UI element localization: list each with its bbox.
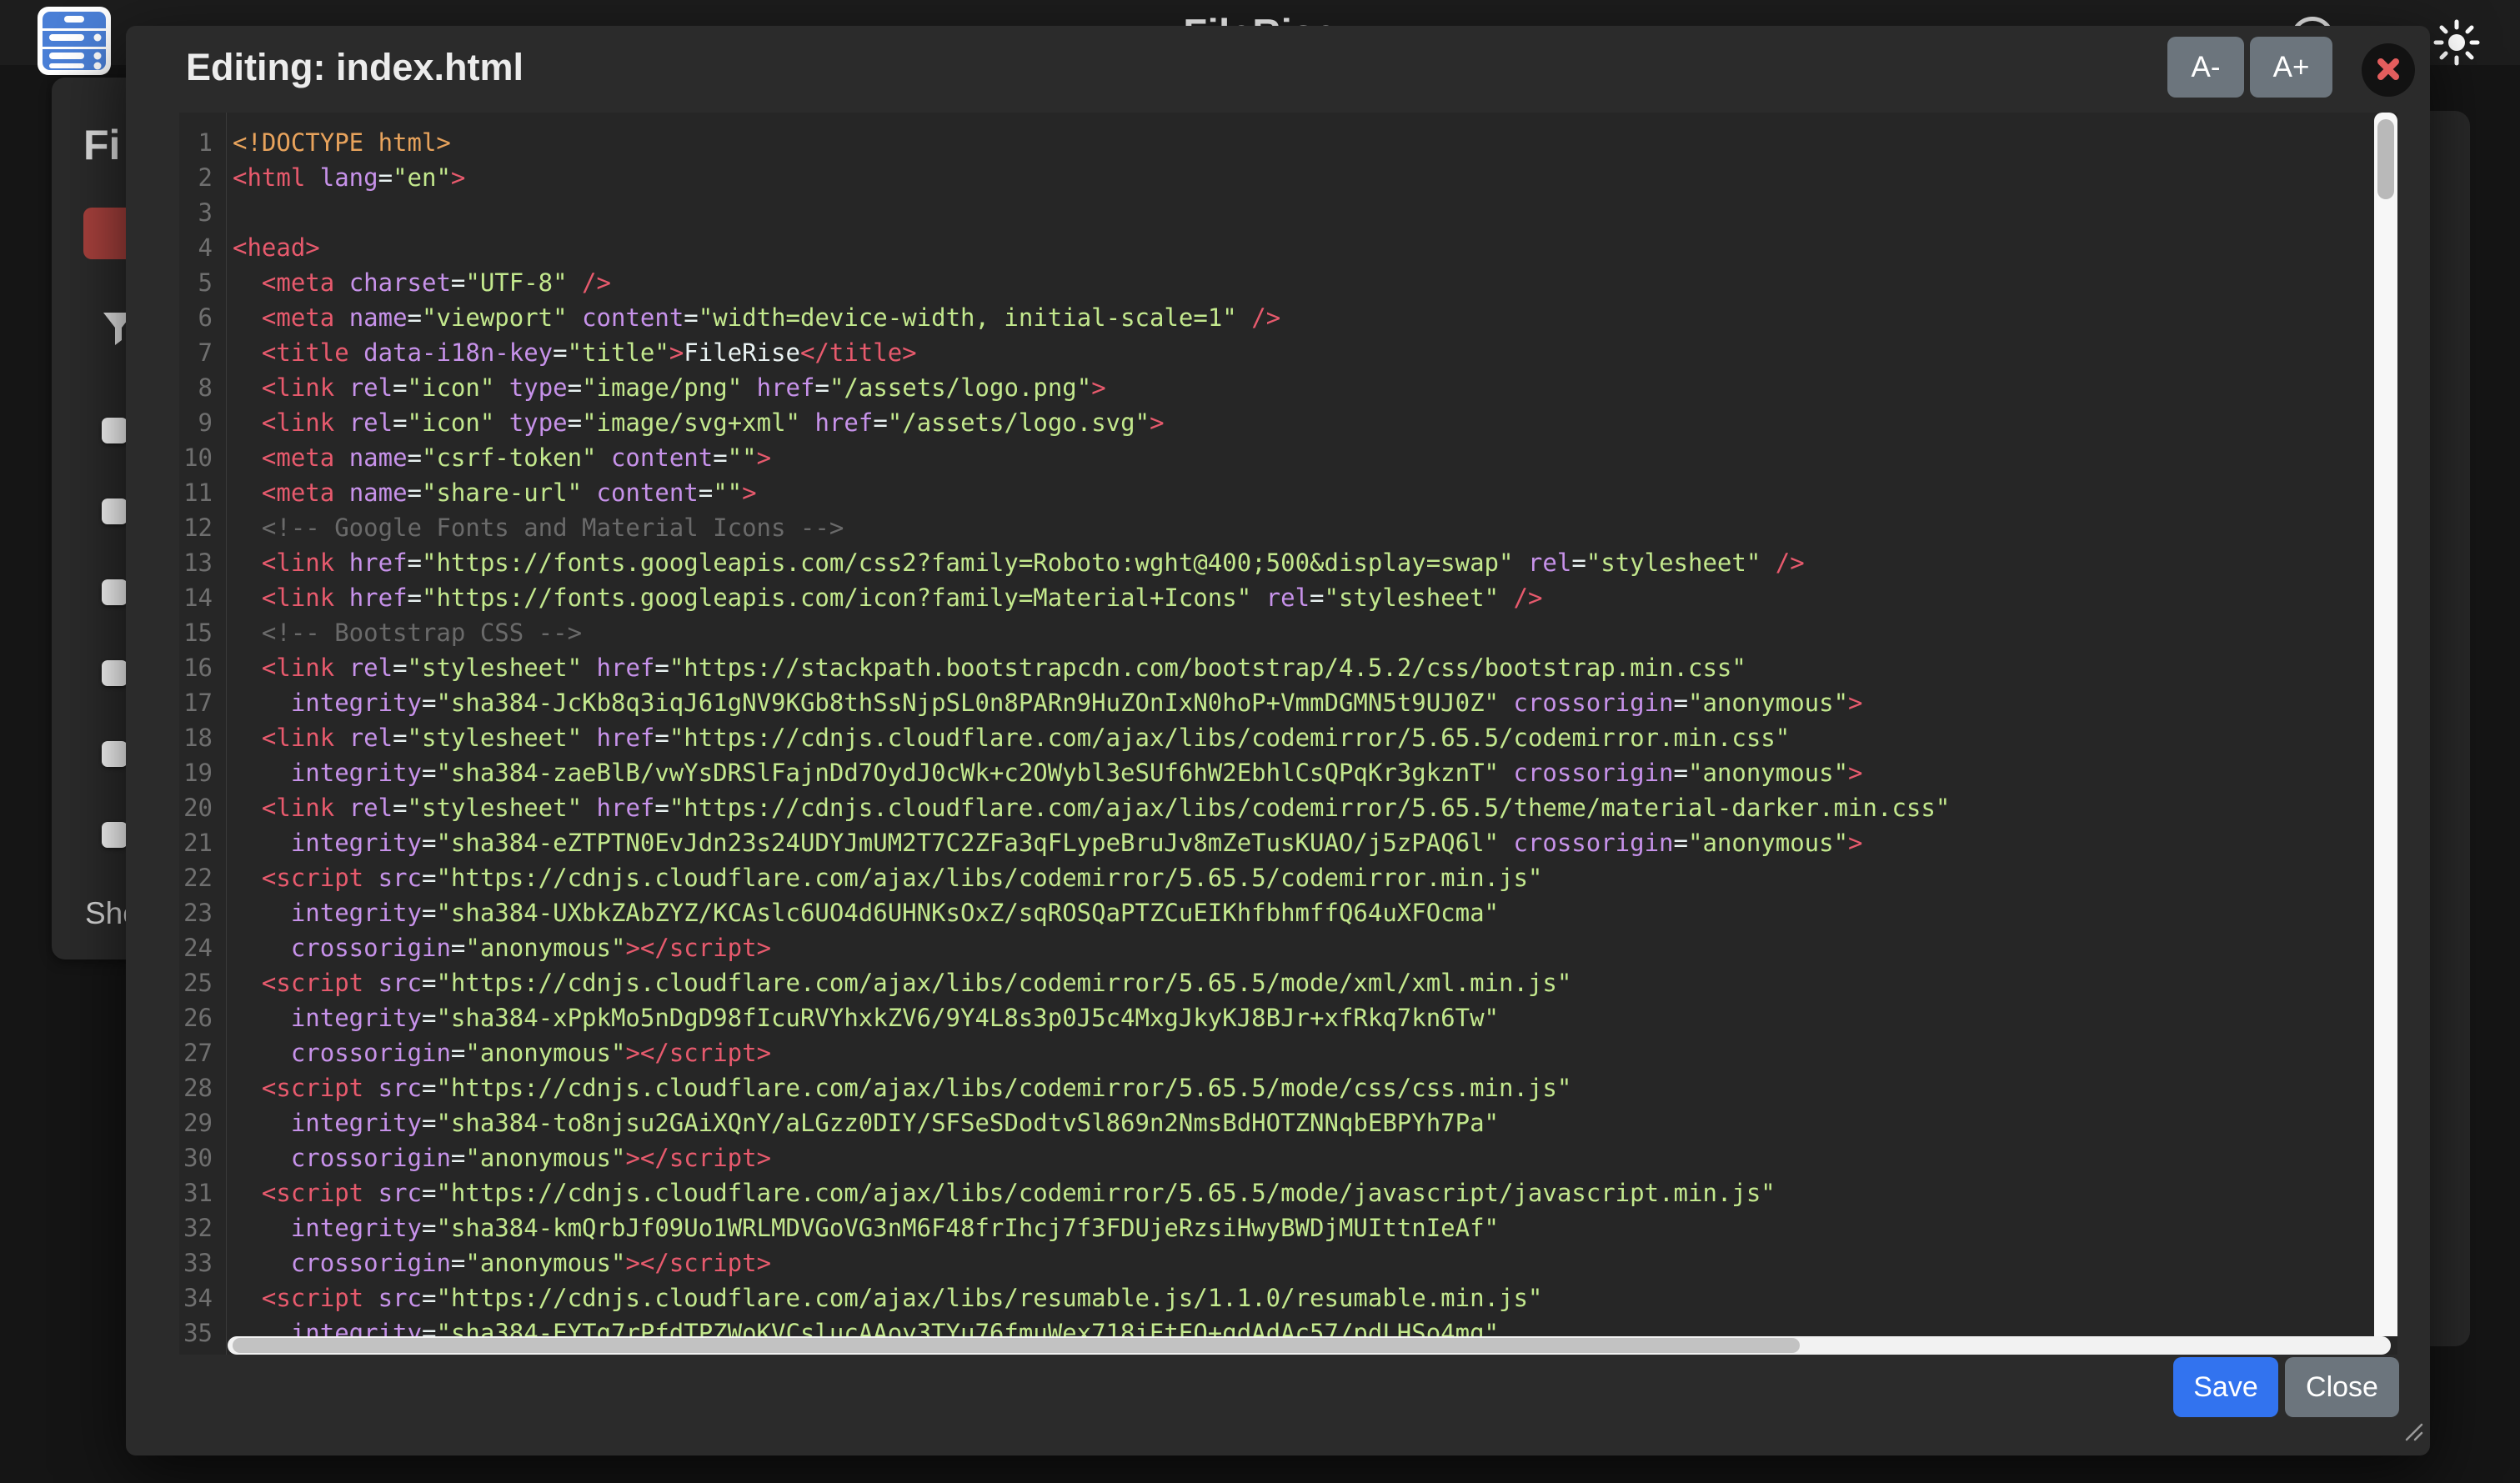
- file-checkbox[interactable]: [102, 579, 128, 605]
- code-line[interactable]: 11 <meta name="share-url" content="">: [179, 475, 2372, 510]
- line-number: 27: [179, 1035, 226, 1070]
- line-number: 14: [179, 580, 226, 615]
- save-button[interactable]: Save: [2173, 1357, 2278, 1417]
- line-number: 18: [179, 720, 226, 755]
- line-number: 17: [179, 685, 226, 720]
- horizontal-scrollbar-thumb[interactable]: [233, 1338, 1800, 1353]
- line-number: 3: [179, 195, 226, 230]
- code-line[interactable]: 18 <link rel="stylesheet" href="https://…: [179, 720, 2372, 755]
- file-checkbox[interactable]: [102, 499, 128, 524]
- line-number: 13: [179, 545, 226, 580]
- close-button[interactable]: Close: [2285, 1357, 2399, 1417]
- line-number: 34: [179, 1280, 226, 1315]
- line-number: 15: [179, 615, 226, 650]
- code-line[interactable]: 21 integrity="sha384-eZTPTN0EvJdn23s24UD…: [179, 825, 2372, 860]
- code-line[interactable]: 20 <link rel="stylesheet" href="https://…: [179, 790, 2372, 825]
- file-checkbox-column: [102, 418, 128, 903]
- line-number: 20: [179, 790, 226, 825]
- sidebar-heading: Fi: [83, 121, 120, 169]
- code-line[interactable]: 3: [179, 195, 2372, 230]
- line-number: 19: [179, 755, 226, 790]
- code-line[interactable]: 12 <!-- Google Fonts and Material Icons …: [179, 510, 2372, 545]
- line-number: 35: [179, 1315, 226, 1350]
- code-line[interactable]: 26 integrity="sha384-xPpkMo5nDgD98fIcuRV…: [179, 1000, 2372, 1035]
- line-number: 23: [179, 895, 226, 930]
- editor-modal: Editing: index.html A- A+ 1<!DOCTYPE htm…: [126, 26, 2430, 1455]
- filerise-logo-icon[interactable]: [38, 7, 111, 79]
- code-line[interactable]: 13 <link href="https://fonts.googleapis.…: [179, 545, 2372, 580]
- code-line[interactable]: 17 integrity="sha384-JcKb8q3iqJ61gNV9KGb…: [179, 685, 2372, 720]
- code-line[interactable]: 31 <script src="https://cdnjs.cloudflare…: [179, 1175, 2372, 1210]
- line-number: 7: [179, 335, 226, 370]
- font-increase-button[interactable]: A+: [2250, 37, 2332, 98]
- code-line[interactable]: 4<head>: [179, 230, 2372, 265]
- line-number: 32: [179, 1210, 226, 1245]
- code-line[interactable]: 34 <script src="https://cdnjs.cloudflare…: [179, 1280, 2372, 1315]
- line-number: 8: [179, 370, 226, 405]
- code-line[interactable]: 10 <meta name="csrf-token" content="">: [179, 440, 2372, 475]
- code-line[interactable]: 6 <meta name="viewport" content="width=d…: [179, 300, 2372, 335]
- modal-close-button[interactable]: [2362, 43, 2415, 97]
- code-line[interactable]: 16 <link rel="stylesheet" href="https://…: [179, 650, 2372, 685]
- code-line[interactable]: 25 <script src="https://cdnjs.cloudflare…: [179, 965, 2372, 1000]
- code-line[interactable]: 5 <meta charset="UTF-8" />: [179, 265, 2372, 300]
- code-line[interactable]: 22 <script src="https://cdnjs.cloudflare…: [179, 860, 2372, 895]
- line-number: 11: [179, 475, 226, 510]
- code-line[interactable]: 8 <link rel="icon" type="image/png" href…: [179, 370, 2372, 405]
- code-line[interactable]: 30 crossorigin="anonymous"></script>: [179, 1140, 2372, 1175]
- file-checkbox[interactable]: [102, 741, 128, 767]
- code-line[interactable]: 24 crossorigin="anonymous"></script>: [179, 930, 2372, 965]
- code-line[interactable]: 28 <script src="https://cdnjs.cloudflare…: [179, 1070, 2372, 1105]
- code-editor[interactable]: 1<!DOCTYPE html>2<html lang="en">34<head…: [179, 113, 2397, 1355]
- modal-title: Editing: index.html: [186, 46, 524, 89]
- line-number: 5: [179, 265, 226, 300]
- line-number: 9: [179, 405, 226, 440]
- line-number: 28: [179, 1070, 226, 1105]
- horizontal-scrollbar[interactable]: [228, 1336, 2391, 1355]
- line-number: 24: [179, 930, 226, 965]
- line-number: 25: [179, 965, 226, 1000]
- resize-grip-icon[interactable]: [2398, 1416, 2425, 1447]
- file-checkbox[interactable]: [102, 660, 128, 686]
- line-number: 30: [179, 1140, 226, 1175]
- code-line[interactable]: 19 integrity="sha384-zaeBlB/vwYsDRSlFajn…: [179, 755, 2372, 790]
- line-number: 33: [179, 1245, 226, 1280]
- code-line[interactable]: 7 <title data-i18n-key="title">FileRise<…: [179, 335, 2372, 370]
- vertical-scrollbar[interactable]: [2374, 113, 2397, 1336]
- file-checkbox[interactable]: [102, 822, 128, 848]
- line-number: 31: [179, 1175, 226, 1210]
- code-line[interactable]: 2<html lang="en">: [179, 160, 2372, 195]
- code-line[interactable]: 9 <link rel="icon" type="image/svg+xml" …: [179, 405, 2372, 440]
- line-number: 21: [179, 825, 226, 860]
- line-number: 6: [179, 300, 226, 335]
- line-number: 4: [179, 230, 226, 265]
- code-line[interactable]: 1<!DOCTYPE html>: [179, 125, 2372, 160]
- code-line[interactable]: 14 <link href="https://fonts.googleapis.…: [179, 580, 2372, 615]
- code-line[interactable]: 32 integrity="sha384-kmQrbJf09Uo1WRLMDVG…: [179, 1210, 2372, 1245]
- line-number: 10: [179, 440, 226, 475]
- line-number: 16: [179, 650, 226, 685]
- line-number: 12: [179, 510, 226, 545]
- vertical-scrollbar-thumb[interactable]: [2377, 119, 2394, 199]
- line-number: 1: [179, 125, 226, 160]
- code-line[interactable]: 15 <!-- Bootstrap CSS -->: [179, 615, 2372, 650]
- close-x-icon: [2376, 57, 2401, 84]
- code-line[interactable]: 27 crossorigin="anonymous"></script>: [179, 1035, 2372, 1070]
- line-number: 22: [179, 860, 226, 895]
- code-line[interactable]: 33 crossorigin="anonymous"></script>: [179, 1245, 2372, 1280]
- line-number: 2: [179, 160, 226, 195]
- code-lines: 1<!DOCTYPE html>2<html lang="en">34<head…: [179, 125, 2372, 1350]
- code-line[interactable]: 23 integrity="sha384-UXbkZAbZYZ/KCAslc6U…: [179, 895, 2372, 930]
- code-line[interactable]: 29 integrity="sha384-to8njsu2GAiXQnY/aLG…: [179, 1105, 2372, 1140]
- line-number: 26: [179, 1000, 226, 1035]
- file-checkbox[interactable]: [102, 418, 128, 443]
- theme-toggle-sun-icon[interactable]: [2431, 17, 2482, 73]
- font-decrease-button[interactable]: A-: [2167, 37, 2244, 98]
- line-number: 29: [179, 1105, 226, 1140]
